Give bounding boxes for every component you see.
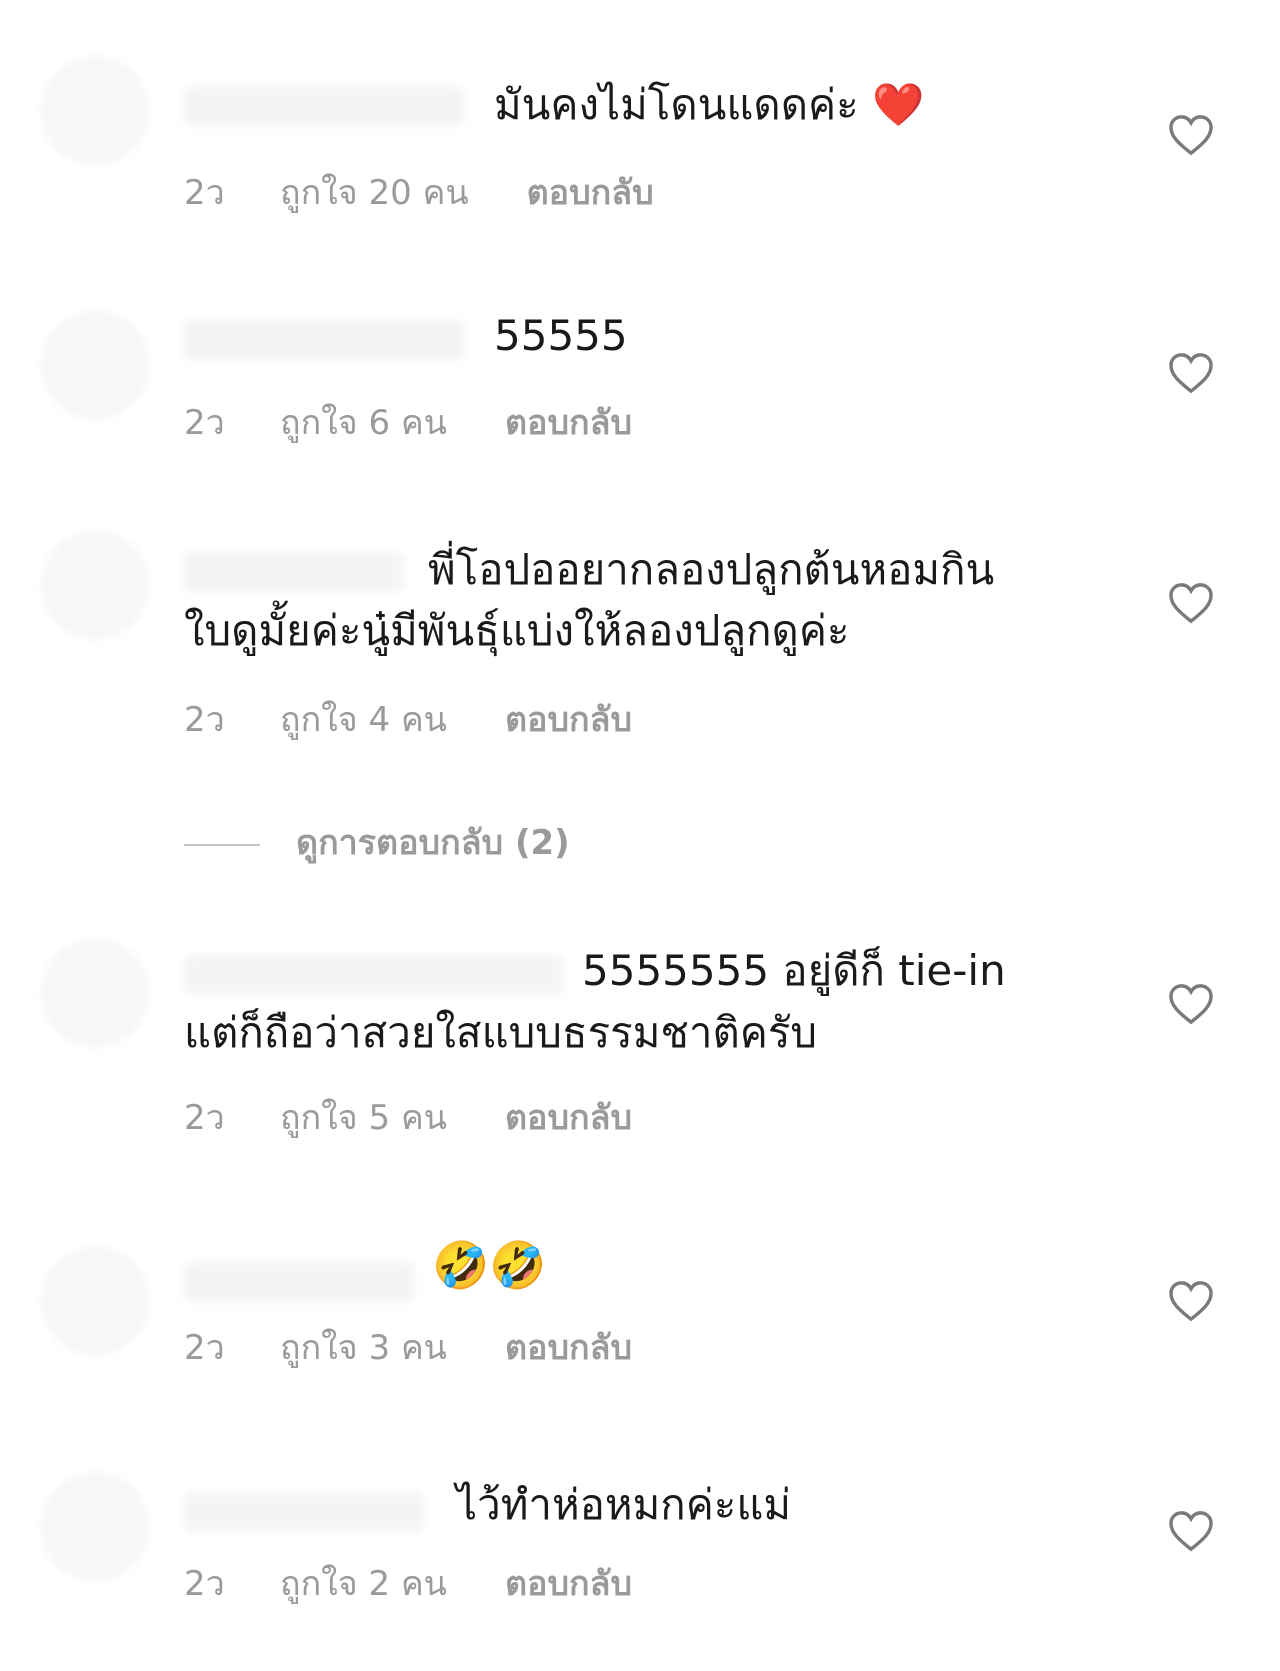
username-blurred[interactable] [184,320,464,360]
view-replies-button[interactable]: ดูการตอบกลับ (2) [184,815,570,869]
comment-age: 2ว [184,700,225,740]
avatar[interactable] [40,1246,150,1356]
divider-line [184,843,260,846]
avatar[interactable] [40,56,150,166]
like-count[interactable]: ถูกใจ 20 คน [280,165,469,219]
avatar[interactable] [40,530,150,640]
comment-text: มันคงไม่โดนแดดค่ะ ❤️ [494,80,925,129]
username-blurred[interactable] [184,955,564,995]
like-count[interactable]: ถูกใจ 6 คน [280,395,447,449]
reply-button[interactable]: ตอบกลับ [527,165,654,219]
avatar[interactable] [40,1472,150,1582]
comment-meta: 2ว ถูกใจ 4 คน ตอบกลับ [184,692,632,746]
comment-meta: 2ว ถูกใจ 3 คน ตอบกลับ [184,1320,632,1374]
reply-button[interactable]: ตอบกลับ [505,1556,632,1610]
comment-text-line-2: แต่ก็ถือว่าสวยใสแบบธรรมชาติครับ [184,1008,818,1057]
view-replies-label: ดูการตอบกลับ (2) [296,823,570,863]
username-blurred[interactable] [184,1492,424,1532]
comment-age: 2ว [184,403,225,443]
like-count[interactable]: ถูกใจ 3 คน [280,1320,447,1374]
comment-meta: 2ว ถูกใจ 20 คน ตอบกลับ [184,165,654,219]
comment-meta: 2ว ถูกใจ 5 คน ตอบกลับ [184,1090,632,1144]
like-count[interactable]: ถูกใจ 4 คน [280,692,447,746]
comment-text: 55555 [494,311,628,360]
comment-text-line-2: ใบดูมั้ยค่ะนู๋มีพันธุ์แบ่งให้ลองปลูกดูค่… [184,606,850,655]
comment-meta: 2ว ถูกใจ 6 คน ตอบกลับ [184,395,632,449]
like-count[interactable]: ถูกใจ 2 คน [280,1556,447,1610]
avatar[interactable] [40,938,150,1048]
heart-outline-icon[interactable] [1168,114,1214,156]
comment-age: 2ว [184,1564,225,1604]
like-count[interactable]: ถูกใจ 5 คน [280,1090,447,1144]
reply-button[interactable]: ตอบกลับ [505,395,632,449]
reply-button[interactable]: ตอบกลับ [505,1090,632,1144]
reply-button[interactable]: ตอบกลับ [505,692,632,746]
heart-outline-icon[interactable] [1168,1510,1214,1552]
comment-text: ไว้ทำห่อหมกค่ะแม่ [456,1480,792,1529]
username-blurred[interactable] [184,86,464,126]
comment-age: 2ว [184,1098,225,1138]
reply-button[interactable]: ตอบกลับ [505,1320,632,1374]
username-blurred[interactable] [184,552,404,592]
heart-outline-icon[interactable] [1168,352,1214,394]
heart-outline-icon[interactable] [1168,582,1214,624]
comment-meta: 2ว ถูกใจ 2 คน ตอบกลับ [184,1556,632,1610]
comment-age: 2ว [184,1328,225,1368]
comment-text: 🤣🤣 [432,1238,547,1292]
heart-outline-icon[interactable] [1168,983,1214,1025]
heart-outline-icon[interactable] [1168,1280,1214,1322]
avatar[interactable] [40,310,150,420]
comment-text-line-1: พี่โอปออยากลองปลูกต้นหอมกิน [428,545,995,594]
comment-age: 2ว [184,173,225,213]
username-blurred[interactable] [184,1262,414,1302]
comment-text-line-1: 5555555 อยู่ดีก็ tie-in [582,946,1006,995]
